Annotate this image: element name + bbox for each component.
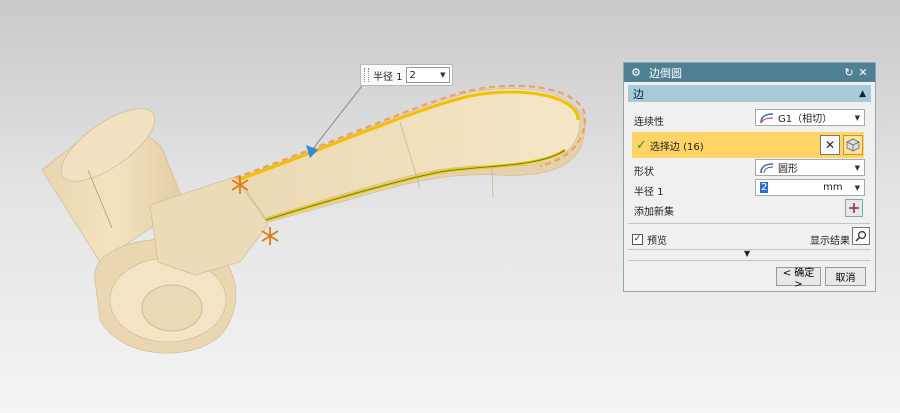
add-new-set-label: 添加新集 bbox=[634, 207, 674, 218]
shape-value: 圆形 bbox=[778, 164, 798, 175]
continuity-label: 连续性 bbox=[634, 117, 664, 128]
chevron-down-icon: ▼ bbox=[854, 113, 860, 122]
section-edge-label: 边 bbox=[633, 87, 644, 101]
continuity-dropdown[interactable]: G1（相切） ▼ bbox=[755, 109, 865, 126]
add-set-glyph-icon bbox=[849, 203, 859, 213]
expand-more-icon[interactable]: ▼ bbox=[744, 249, 750, 258]
show-result-label: 显示结果 bbox=[810, 236, 850, 247]
continuity-value: G1（相切） bbox=[778, 114, 833, 125]
shape-label: 形状 bbox=[634, 167, 654, 178]
section-divider bbox=[628, 223, 871, 224]
radius-callout[interactable]: 半径 1 2 ▼ bbox=[360, 64, 453, 86]
dialog-titlebar[interactable]: ⚙ 边倒圆 ↻ ✕ bbox=[624, 63, 875, 82]
callout-label: 半径 1 bbox=[373, 71, 403, 83]
g1-continuity-icon bbox=[760, 112, 774, 123]
add-new-set-row: 添加新集 bbox=[634, 203, 674, 218]
cube-select-icon[interactable] bbox=[843, 135, 863, 155]
chevron-down-icon: ▼ bbox=[440, 71, 446, 79]
check-icon: ✓ bbox=[636, 137, 647, 153]
radius-input[interactable]: 2 mm ▼ bbox=[755, 179, 865, 196]
preview-row[interactable]: ✓ 预览 bbox=[632, 232, 667, 247]
edge-blend-dialog: ⚙ 边倒圆 ↻ ✕ 边 ▲ 连续性 G1（相切） ▼ ✓ 选择边 (16) ✕ bbox=[623, 62, 876, 292]
collapse-chevron-icon[interactable]: ▲ bbox=[859, 89, 866, 99]
circular-shape-icon bbox=[760, 162, 774, 173]
close-icon[interactable]: ✕ bbox=[856, 66, 870, 79]
continuity-row: 连续性 bbox=[634, 113, 664, 128]
callout-radius-dropdown[interactable]: 2 ▼ bbox=[405, 67, 450, 83]
plate-top-face[interactable] bbox=[237, 88, 581, 219]
radius-value[interactable]: 2 bbox=[760, 182, 769, 193]
section-edge-header[interactable]: 边 ▲ bbox=[628, 85, 871, 102]
deselect-x-icon[interactable]: ✕ bbox=[820, 135, 840, 155]
boss-hole[interactable] bbox=[141, 284, 203, 332]
radius-row: 半径 1 bbox=[634, 183, 664, 198]
cancel-button[interactable]: 取消 bbox=[825, 267, 866, 286]
shape-dropdown[interactable]: 圆形 ▼ bbox=[755, 159, 865, 176]
cube-icon bbox=[846, 138, 860, 152]
dialog-title: 边倒圆 bbox=[649, 66, 682, 80]
preview-label: 预览 bbox=[647, 236, 667, 247]
add-set-icon[interactable] bbox=[845, 199, 863, 217]
show-result-row: 显示结果 bbox=[810, 232, 850, 247]
radius-label: 半径 1 bbox=[634, 187, 664, 198]
search-glyph-icon bbox=[855, 230, 867, 242]
section-divider bbox=[628, 260, 871, 261]
ok-button[interactable]: < 确定 > bbox=[776, 267, 821, 290]
reset-icon[interactable]: ↻ bbox=[842, 66, 856, 79]
select-edge-label: 选择边 (16) bbox=[649, 141, 704, 153]
settings-gear-icon[interactable]: ⚙ bbox=[629, 66, 643, 79]
chevron-down-icon: ▼ bbox=[854, 163, 860, 172]
drag-grip-icon[interactable] bbox=[364, 68, 369, 82]
chevron-down-icon[interactable]: ▼ bbox=[855, 184, 860, 192]
callout-radius-value: 2 bbox=[409, 69, 416, 81]
magnifier-icon[interactable] bbox=[852, 227, 870, 245]
shape-row: 形状 bbox=[634, 163, 654, 178]
preview-checkbox[interactable]: ✓ bbox=[632, 234, 643, 245]
radius-unit: mm bbox=[823, 182, 843, 193]
